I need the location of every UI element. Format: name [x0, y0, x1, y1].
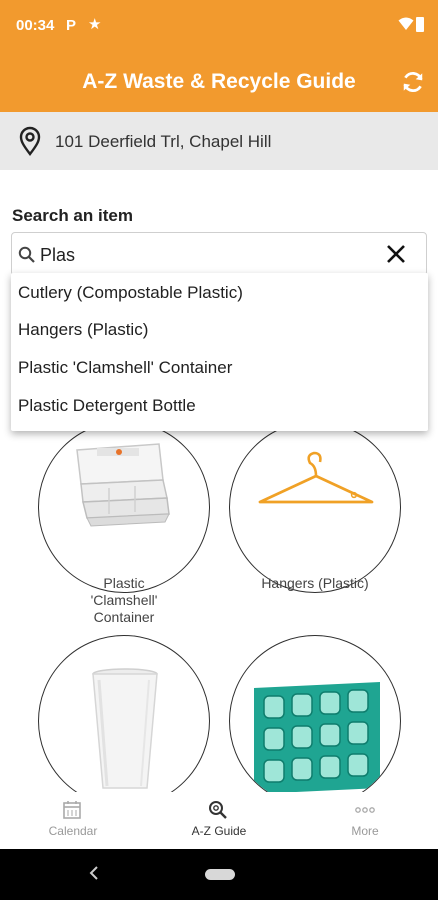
location-bar[interactable]: 101 Deerfield Trl, Chapel Hill	[0, 112, 438, 170]
nav-item-az-guide[interactable]: A-Z Guide	[146, 792, 292, 848]
search-label: Search an item	[12, 206, 133, 225]
suggestion-item[interactable]: Hangers (Plastic)	[18, 320, 148, 340]
back-icon[interactable]	[88, 865, 100, 881]
status-bar: 00:34 P ★	[0, 0, 438, 52]
clear-search-icon[interactable]	[386, 244, 406, 264]
search-input[interactable]	[40, 242, 370, 268]
location-address: 101 Deerfield Trl, Chapel Hill	[55, 132, 272, 151]
battery-icon	[416, 17, 424, 32]
suggestion-item[interactable]: Plastic 'Clamshell' Container	[18, 358, 232, 378]
suggestion-item[interactable]: Plastic Detergent Bottle	[18, 396, 196, 416]
foam-cup-image	[38, 635, 210, 807]
more-icon	[355, 807, 375, 813]
parking-notification-icon: P	[66, 17, 77, 34]
nav-label-az-guide: A-Z Guide	[191, 824, 247, 838]
system-nav-bar	[0, 849, 438, 900]
app-title: A-Z Waste & Recycle Guide	[82, 70, 356, 93]
wifi-icon	[398, 17, 414, 30]
blister-pack-image	[229, 635, 401, 807]
refresh-icon[interactable]	[400, 69, 426, 95]
home-pill[interactable]	[205, 869, 235, 880]
nav-item-more[interactable]: More	[292, 792, 438, 848]
plastic-hanger-image	[229, 421, 401, 593]
star-notification-icon: ★	[88, 16, 102, 33]
search-guide-icon	[209, 801, 227, 819]
grid-item-label: Plastic 'Clamshell' Container	[90, 575, 158, 625]
suggestion-item[interactable]: Cutlery (Compostable Plastic)	[18, 283, 243, 303]
grid-item-label: Hangers (Plastic)	[261, 575, 369, 591]
calendar-icon	[63, 801, 81, 819]
nav-label-more: More	[351, 824, 379, 838]
magnifier-icon	[18, 246, 35, 263]
status-time: 00:34	[16, 17, 55, 34]
app-bar: A-Z Waste & Recycle Guide	[0, 52, 438, 112]
nav-item-calendar[interactable]: Calendar	[0, 792, 146, 848]
location-pin-icon	[19, 126, 41, 156]
search-box[interactable]	[11, 232, 427, 276]
bottom-nav: Calendar A-Z Guide More	[0, 792, 438, 848]
search-suggestions: Cutlery (Compostable Plastic) Hangers (P…	[11, 273, 428, 431]
nav-label-calendar: Calendar	[48, 824, 98, 838]
clamshell-container-image	[38, 421, 210, 593]
